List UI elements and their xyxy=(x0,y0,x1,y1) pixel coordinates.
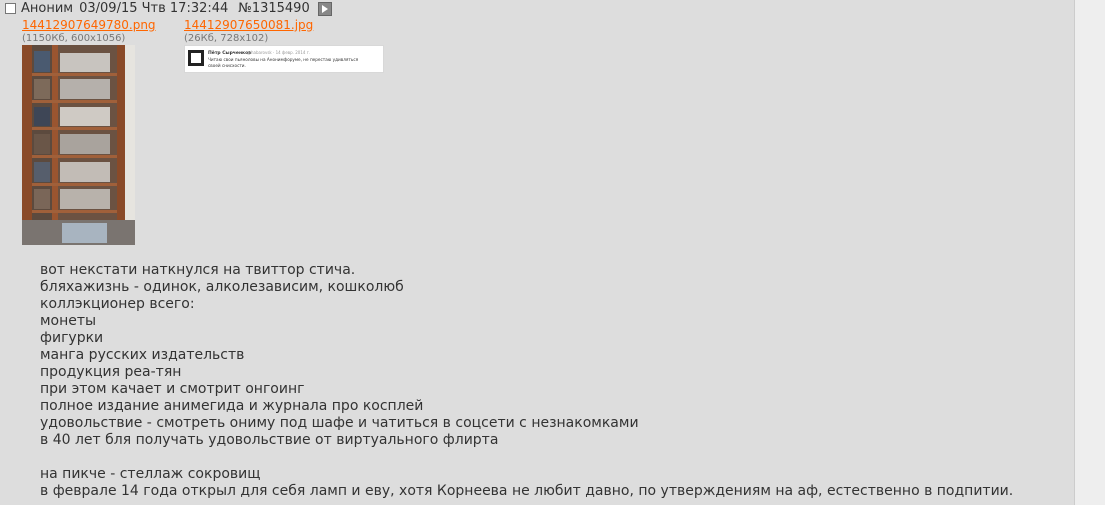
message-line: фигурки xyxy=(40,330,104,346)
file-info-1: 14412907649780.png (1150Кб, 600x1056) xyxy=(22,18,156,45)
post-number-link[interactable]: №1315490 xyxy=(238,1,309,16)
post-select-checkbox[interactable] xyxy=(5,3,16,14)
message-line: вот некстати наткнулся на твиттор стича. xyxy=(40,262,356,278)
message-line: манга русских издательств xyxy=(40,347,245,363)
post-header: Аноним 03/09/15 Чтв 17:32:44 №1315490 xyxy=(5,0,332,17)
message-line: коллэкционер всего: xyxy=(40,296,195,312)
message-line xyxy=(40,449,1065,466)
expand-button[interactable] xyxy=(317,1,332,16)
message-line: на пикче - стеллаж сокровищ xyxy=(40,466,261,482)
thumbnail-tweet[interactable]: Пётр Сырченков @habarovsk · 14 февр. 201… xyxy=(184,45,384,73)
tweet-text-1: Читаю свои пьяноловы на Анонимфоруме, не… xyxy=(208,57,359,62)
tweet-handle: @habarovsk · 14 февр. 2014 г. xyxy=(247,50,310,55)
message-line: при этом качает и смотрит онгоинг xyxy=(40,381,305,397)
file-info-2: 14412907650081.jpg (26Кб, 728x102) xyxy=(184,18,313,45)
post-container: Аноним 03/09/15 Чтв 17:32:44 №1315490 14… xyxy=(0,0,1075,505)
message-line: монеты xyxy=(40,313,97,329)
message-line: продукция реа-тян xyxy=(40,364,182,380)
page-background-right xyxy=(1075,0,1105,505)
poster-name: Аноним xyxy=(21,1,74,16)
file-link-2[interactable]: 14412907650081.jpg xyxy=(184,18,313,32)
message-line: полное издание анимегида и журнала про к… xyxy=(40,398,424,414)
tweet-author: Пётр Сырченков xyxy=(208,50,251,56)
message-line: в 40 лет бля получать удовольствие от ви… xyxy=(40,432,499,448)
tweet-text-2: своей снисхости. xyxy=(208,63,246,68)
message-line: удовольствие - смотреть ониму под шафе и… xyxy=(40,415,639,431)
play-icon xyxy=(321,4,328,13)
file-link-1[interactable]: 14412907649780.png xyxy=(22,18,156,32)
file-meta-2: (26Кб, 728x102) xyxy=(184,33,269,44)
file-meta-1: (1150Кб, 600x1056) xyxy=(22,33,126,44)
tweet-image: Пётр Сырченков @habarovsk · 14 февр. 201… xyxy=(185,46,383,72)
post-date: 03/09/15 Чтв 17:32:44 xyxy=(79,1,229,16)
message-line: бляхажизнь - одинок, алколезависим, кошк… xyxy=(40,279,404,295)
bookshelf-image xyxy=(22,45,135,245)
post-message: вот некстати наткнулся на твиттор стича.… xyxy=(40,262,1065,500)
thumbnail-bookshelf[interactable] xyxy=(22,45,135,245)
message-line: в феврале 14 года открыл для себя ламп и… xyxy=(40,483,1014,499)
